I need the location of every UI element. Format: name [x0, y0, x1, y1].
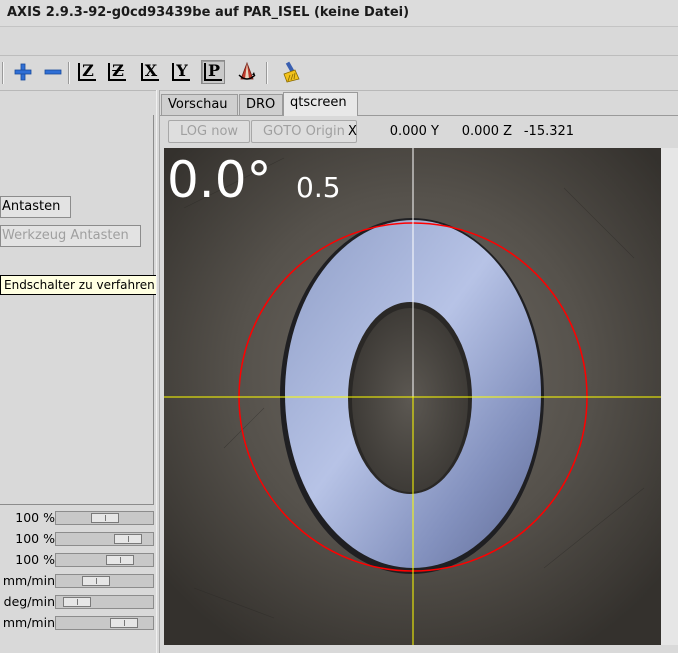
dro-x-label: X: [348, 124, 357, 139]
dro-readout: X 0.000 Y 0.000 Z -15.321: [348, 124, 574, 139]
max-speed-row: mm/min: [0, 614, 158, 632]
camera-scale: 0.5: [296, 171, 341, 204]
view-y-icon[interactable]: Y: [169, 60, 193, 84]
angular-jog-speed-label: deg/min: [3, 594, 55, 609]
angular-jog-speed-row: deg/min: [0, 593, 158, 611]
dro-z-value: -15.321: [523, 124, 575, 139]
tab-vorschau[interactable]: Vorschau: [161, 94, 238, 115]
manual-control-panel: [0, 115, 154, 505]
washer: [280, 218, 544, 574]
bottom-margin: [160, 645, 678, 653]
rotate-view-icon[interactable]: [235, 60, 259, 84]
feed-override-row: 100 %: [0, 509, 158, 527]
camera-image: [164, 148, 661, 645]
tab-qtscreen[interactable]: qtscreen: [283, 92, 358, 116]
max-velocity-slider[interactable]: [55, 553, 154, 567]
view-x-icon[interactable]: X: [138, 60, 162, 84]
slider-thumb[interactable]: [110, 618, 138, 628]
dro-y-value: 0.000: [461, 124, 499, 139]
view-z2-label: Z: [108, 63, 126, 81]
rapid-override-label: 100 %: [15, 531, 55, 546]
view-x-label: X: [140, 63, 160, 81]
view-p-icon[interactable]: P: [201, 60, 225, 84]
view-y-label: Y: [172, 63, 190, 81]
rapid-override-row: 100 %: [0, 530, 158, 548]
zoom-in-icon[interactable]: [11, 60, 35, 84]
touch-off-button[interactable]: Antasten: [0, 196, 71, 218]
slider-thumb[interactable]: [63, 597, 91, 607]
jog-speed-slider[interactable]: [55, 574, 154, 588]
toolbar-separator: [68, 62, 70, 84]
window-title: AXIS 2.9.3-92-g0cd93439be auf PAR_ISEL (…: [7, 5, 410, 20]
tooltip: Endschalter zu verfahren [L]: [0, 275, 179, 295]
clear-plot-icon[interactable]: [278, 60, 302, 84]
goto-origin-button[interactable]: GOTO Origin: [251, 120, 357, 143]
jog-speed-row: mm/min: [0, 572, 158, 590]
view-z-label: Z: [78, 63, 96, 81]
feed-override-label: 100 %: [15, 510, 55, 525]
camera-rotation-angle: 0.0°: [167, 151, 272, 209]
toolbar-separator: [266, 62, 268, 84]
dro-x-value: 0.000: [389, 124, 427, 139]
max-speed-slider[interactable]: [55, 616, 154, 630]
view-z2-icon[interactable]: Z: [105, 60, 129, 84]
slider-thumb[interactable]: [114, 534, 142, 544]
camera-view[interactable]: [164, 148, 661, 645]
log-now-button[interactable]: LOG now: [168, 120, 251, 143]
view-p-label: P: [203, 63, 223, 81]
slider-thumb[interactable]: [91, 513, 119, 523]
slider-thumb[interactable]: [82, 576, 110, 586]
view-z-icon[interactable]: Z: [75, 60, 99, 84]
dro-y-label: Y: [431, 124, 439, 139]
dro-z-label: Z: [503, 124, 513, 139]
angular-jog-speed-slider[interactable]: [55, 595, 154, 609]
toolbar: Z Z X Y P: [0, 56, 678, 91]
jog-speed-label: mm/min: [2, 573, 55, 588]
max-velocity-label: 100 %: [15, 552, 55, 567]
tool-touch-off-button[interactable]: Werkzeug Antasten: [0, 225, 141, 247]
max-speed-label: mm/min: [2, 615, 55, 630]
feed-override-slider[interactable]: [55, 511, 154, 525]
tab-dro[interactable]: DRO: [239, 94, 283, 115]
zoom-out-icon[interactable]: [41, 60, 65, 84]
menu-bar: [0, 27, 678, 56]
slider-thumb[interactable]: [106, 555, 134, 565]
rapid-override-slider[interactable]: [55, 532, 154, 546]
max-velocity-row: 100 %: [0, 551, 158, 569]
camera-margin: [661, 148, 678, 645]
toolbar-separator: [2, 62, 4, 84]
title-bar: AXIS 2.9.3-92-g0cd93439be auf PAR_ISEL (…: [0, 0, 678, 27]
